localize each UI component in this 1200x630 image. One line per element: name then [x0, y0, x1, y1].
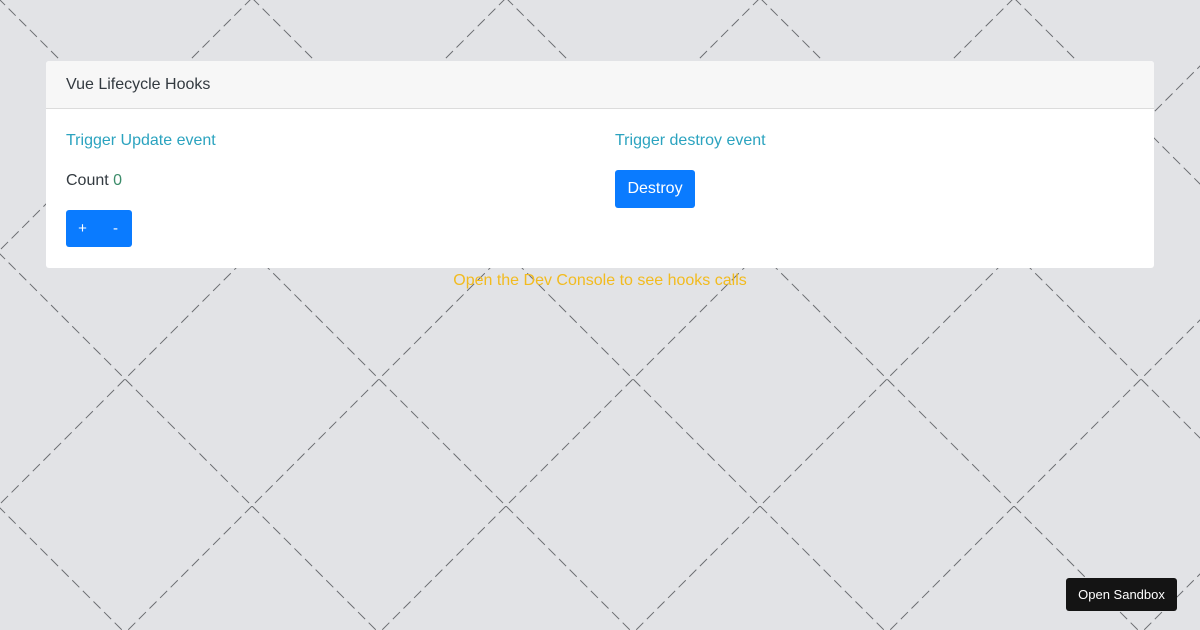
increment-button[interactable]: + — [66, 210, 99, 247]
counter-button-group: + - — [66, 210, 132, 247]
decrement-button[interactable]: - — [99, 210, 132, 247]
destroy-button[interactable]: Destroy — [615, 170, 695, 208]
count-value: 0 — [113, 172, 123, 189]
open-sandbox-button[interactable]: Open Sandbox — [1066, 578, 1177, 611]
destroy-section-title: Trigger destroy event — [615, 132, 766, 149]
dev-console-hint: Open the Dev Console to see hooks calls — [453, 272, 747, 289]
update-section-title: Trigger Update event — [66, 132, 216, 149]
card-header: Vue Lifecycle Hooks — [46, 61, 1154, 109]
card-body: Trigger Update event Count 0 + - Trigger… — [46, 109, 1154, 268]
lifecycle-card: Vue Lifecycle Hooks Trigger Update event… — [46, 61, 1154, 268]
card-title: Vue Lifecycle Hooks — [66, 75, 211, 93]
count-display: Count 0 — [66, 172, 122, 190]
count-label: Count — [66, 172, 109, 189]
